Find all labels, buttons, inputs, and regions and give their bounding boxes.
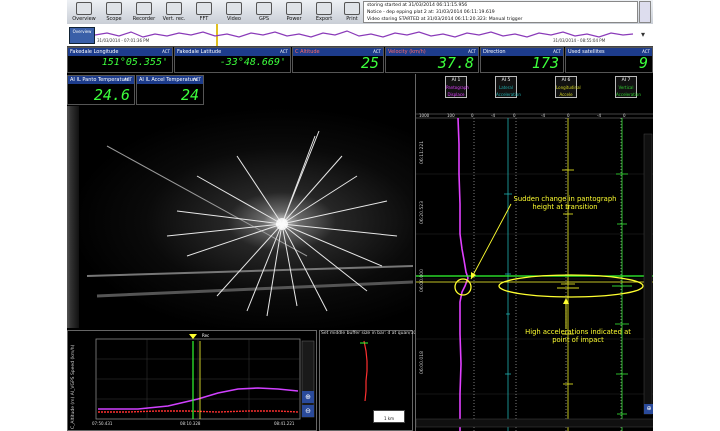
scale-tick: -4 <box>541 113 545 118</box>
toolbar-button-overview[interactable]: Overview <box>69 1 99 23</box>
direction-readout: Direction ACT 173 <box>480 47 564 73</box>
scope-icon <box>106 2 122 15</box>
longitude-readout: Fakedale Longitude ACT 151°05.355' <box>67 47 173 73</box>
vertical-recorder-icon <box>166 2 182 15</box>
strip-chart[interactable]: ⊕ Sudden change in pantograph height at … <box>415 74 653 431</box>
overview-menu-icon[interactable]: ▾ <box>637 29 649 41</box>
transition-marker <box>454 278 472 296</box>
scale-tick: 0 <box>567 113 570 118</box>
chart-x-tick: 07:50.431 <box>92 421 113 426</box>
strip-time-label: 06:11:221 <box>420 140 425 164</box>
latitude-readout: Fakedale Latitude ACT -33°48.669' <box>174 47 291 73</box>
event-log: storing started at 31/03/2014 06:11:15.9… <box>363 1 638 23</box>
map-scale: 1 km <box>373 410 405 423</box>
strip-time-label: 06:00.000 <box>420 269 425 292</box>
log-line: storing started at 31/03/2014 06:11:15.9… <box>367 3 468 8</box>
toolbar: Overview Scope Recorder Vert. rec. FFT V… <box>67 0 653 25</box>
video-icon <box>226 2 242 15</box>
gps-icon <box>256 2 272 15</box>
overview-end-time: 31/03/2014 - 08:55:04 PM <box>553 38 606 43</box>
velocity-readout: Velocity (km/h) ACT 37.8 <box>385 47 479 73</box>
panto-temperature-readout: AI IL Panto Temperature ACT 24.6 <box>67 75 135 105</box>
chart-plot <box>95 334 315 420</box>
toolbar-button-gps[interactable]: GPS <box>249 1 279 23</box>
channel-header-ai1[interactable]: AI 1 Pantograph Displace <box>445 76 469 98</box>
strip-zoom-in-icon[interactable]: ⊕ <box>644 404 653 414</box>
print-icon <box>344 2 360 15</box>
overview-strip[interactable]: Overview 31/03/2014 - 07:01:36 PM 31/03/… <box>67 24 653 47</box>
spark-burst <box>86 130 413 317</box>
toolbar-button-vert-rec[interactable]: Vert. rec. <box>159 1 189 23</box>
scale-tick: 1000 <box>419 113 430 118</box>
strip-chart-plot <box>416 74 653 431</box>
overview-button[interactable]: Overview <box>69 27 95 44</box>
chart-zoom-in-icon[interactable]: ⊕ <box>302 391 314 403</box>
log-line: Video storing STARTED at 31/03/2014 06:1… <box>367 17 523 22</box>
chart-marker-label: Rec <box>202 333 210 338</box>
toolbar-button-power[interactable]: Power <box>279 1 309 23</box>
scale-tick: 0 <box>513 113 516 118</box>
scale-tick: 100 <box>447 113 455 118</box>
video-feed[interactable] <box>67 106 413 328</box>
power-icon <box>286 2 302 15</box>
chart-zoom-out-icon[interactable]: ⊖ <box>302 405 314 417</box>
chart-x-tick: 08:10.328 <box>180 421 201 426</box>
altitude-readout: C Altitude ACT 25 <box>292 47 384 73</box>
recorder-icon <box>136 2 152 15</box>
log-line: Notice - dep epping plat 2 at: 31/03/201… <box>367 10 495 15</box>
fence-post <box>67 106 79 328</box>
fft-icon <box>196 2 212 15</box>
scale-tick: -4 <box>597 113 601 118</box>
scale-tick: 0 <box>623 113 626 118</box>
satellites-readout: Used satellites ACT 9 <box>565 47 653 73</box>
annotation-impact: High accelerations indicated at point of… <box>525 328 631 344</box>
accel-temperature-readout: AI IL Accel Temperature ACT 24 <box>136 75 204 105</box>
overview-start-time: 31/03/2014 - 07:01:36 PM <box>97 38 150 43</box>
strip-time-label: 06:00.018 <box>420 351 425 374</box>
chart-x-tick: 08:41.221 <box>274 421 295 426</box>
channel-header-ai5[interactable]: AI 5 Lateral Acceleration <box>495 76 521 98</box>
scale-tick: -4 <box>491 113 495 118</box>
scale-tick: 0 <box>471 113 474 118</box>
strip-time-label: 06:20.523 <box>420 201 425 224</box>
log-scrollbar[interactable] <box>639 1 651 23</box>
altitude-speed-chart[interactable]: C_Altitude (m) AI_VGPS Speed (km/h) Rec … <box>67 330 317 431</box>
toolbar-button-recorder[interactable]: Recorder <box>129 1 159 23</box>
daq-application: Overview Scope Recorder Vert. rec. FFT V… <box>67 0 653 431</box>
channel-header-ai7[interactable]: AI 7 Vertical Acceleration <box>615 76 641 98</box>
export-icon <box>316 2 332 15</box>
toolbar-button-scope[interactable]: Scope <box>99 1 129 23</box>
channel-header-ai6[interactable]: AI 6 Longitudinal Accele <box>555 76 581 98</box>
toolbar-button-export[interactable]: Export <box>309 1 339 23</box>
annotation-transition: Sudden change in pantograph height at tr… <box>513 195 617 211</box>
toolbar-button-video[interactable]: Video <box>219 1 249 23</box>
toolbar-button-fft[interactable]: FFT <box>189 1 219 23</box>
overview-icon <box>76 2 92 15</box>
